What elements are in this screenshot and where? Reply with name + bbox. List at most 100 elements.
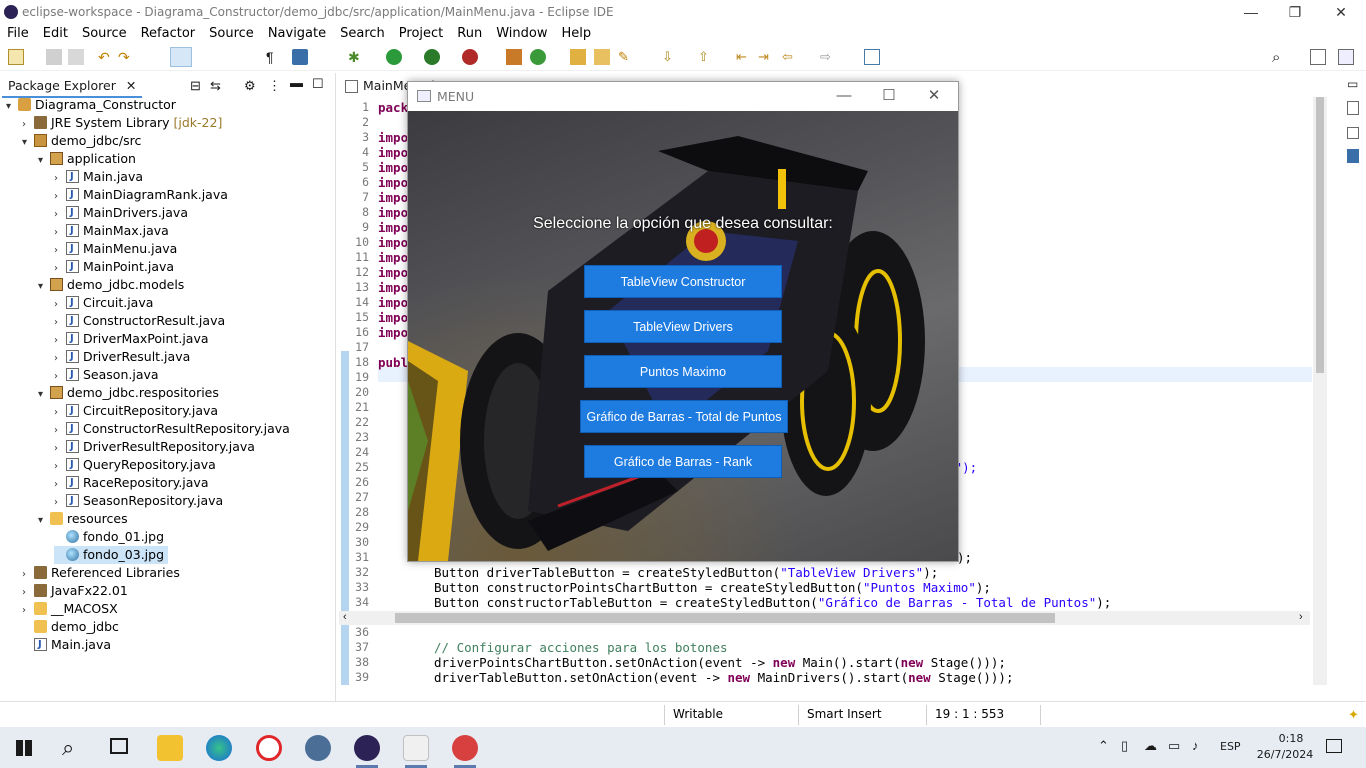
tree-item[interactable]: Main.java: [22, 636, 111, 654]
console-icon[interactable]: [292, 49, 308, 65]
dialog-minimize-button[interactable]: —: [824, 85, 864, 107]
expanded-arrow-icon[interactable]: ▾: [38, 512, 50, 530]
tree-item[interactable]: ›MainDiagramRank.java: [54, 186, 228, 204]
scroll-left-icon[interactable]: ‹: [343, 611, 347, 623]
search-tool-icon[interactable]: ✎: [618, 49, 634, 65]
save-all-icon[interactable]: [68, 49, 84, 65]
menu-project[interactable]: Project: [392, 24, 450, 41]
tree-item[interactable]: ▾ Diagrama_Constructor: [6, 96, 176, 114]
tree-item[interactable]: ›MainPoint.java: [54, 258, 174, 276]
open-type-icon[interactable]: [570, 49, 586, 65]
volume-icon[interactable]: ♪: [1192, 738, 1199, 753]
menu-source[interactable]: Source: [75, 24, 134, 41]
search-taskbar-icon[interactable]: ⌕: [62, 735, 74, 761]
outline-view-icon[interactable]: [1347, 101, 1359, 115]
input-language[interactable]: ESP: [1220, 740, 1241, 753]
java-taskbar-icon[interactable]: [403, 735, 429, 761]
tree-item[interactable]: fondo_01.jpg: [54, 528, 164, 546]
back-icon[interactable]: ⇦: [782, 49, 798, 65]
dialog-close-button[interactable]: ✕: [914, 85, 954, 107]
tree-item[interactable]: ›MainMax.java: [54, 222, 169, 240]
close-icon[interactable]: ✕: [126, 78, 136, 93]
tree-item[interactable]: ›Circuit.java: [54, 294, 153, 312]
forward-icon[interactable]: ⇨: [820, 49, 836, 65]
rank-chart-button[interactable]: Gráfico de Barras - Rank: [584, 445, 782, 478]
run-icon[interactable]: [386, 49, 402, 65]
tree-item[interactable]: ▾ demo_jdbc.respositories: [38, 384, 219, 402]
tree-item[interactable]: ›MainMenu.java: [54, 240, 177, 258]
tableview-constructor-button[interactable]: TableView Constructor: [584, 265, 782, 298]
collapse-all-icon[interactable]: ⊟: [190, 78, 201, 94]
clock-time[interactable]: 0:18: [1266, 732, 1316, 745]
notifications-icon[interactable]: [1326, 739, 1342, 753]
new-java-project-icon[interactable]: [506, 49, 522, 65]
menu-run[interactable]: Run: [450, 24, 489, 41]
tree-item[interactable]: ›Season.java: [54, 366, 159, 384]
expanded-arrow-icon[interactable]: ▾: [38, 152, 50, 170]
dialog-maximize-button[interactable]: ☐: [869, 85, 909, 107]
vertical-scrollbar[interactable]: [1313, 97, 1327, 685]
tree-item[interactable]: ›MainDrivers.java: [54, 204, 188, 222]
clock-date[interactable]: 26/7/2024: [1254, 748, 1316, 761]
puntos-maximo-button[interactable]: Puntos Maximo: [584, 355, 782, 388]
open-perspective-icon[interactable]: [864, 49, 880, 65]
javafx-app-icon[interactable]: [452, 735, 478, 761]
lightbulb-icon[interactable]: ✦: [1348, 707, 1359, 723]
show-whitespace-icon[interactable]: ¶: [266, 49, 282, 65]
tree-item[interactable]: demo_jdbc: [22, 618, 119, 636]
minimize-button[interactable]: —: [1228, 2, 1274, 22]
expanded-arrow-icon[interactable]: ▾: [38, 386, 50, 404]
tree-item[interactable]: › Referenced Libraries: [22, 564, 180, 582]
task-view-icon[interactable]: [110, 738, 128, 754]
tree-item[interactable]: › JavaFx22.01: [22, 582, 128, 600]
new-class-icon[interactable]: [530, 49, 546, 65]
onedrive-icon[interactable]: ☁: [1144, 738, 1157, 754]
tree-item[interactable]: ›ConstructorResult.java: [54, 312, 225, 330]
start-icon[interactable]: [16, 740, 32, 756]
filter-icon[interactable]: ⚙: [244, 78, 256, 94]
task-list-icon[interactable]: [1347, 127, 1359, 139]
tree-item[interactable]: ▾ resources: [38, 510, 128, 528]
minimize-view-icon[interactable]: ▬: [290, 75, 303, 90]
menu-search[interactable]: Search: [333, 24, 392, 41]
horizontal-scrollbar[interactable]: ‹ ›: [339, 611, 1310, 625]
view-menu-icon[interactable]: ⋮: [268, 78, 281, 94]
edge-icon[interactable]: [206, 735, 232, 761]
total-points-chart-button[interactable]: Gráfico de Barras - Total de Puntos: [580, 400, 788, 433]
tree-item[interactable]: ›DriverMaxPoint.java: [54, 330, 209, 348]
last-edit-icon[interactable]: ⇤: [736, 49, 752, 65]
debug-icon[interactable]: ✱: [348, 49, 364, 65]
hierarchy-icon[interactable]: [1347, 149, 1359, 163]
battery-icon[interactable]: ▯: [1121, 738, 1128, 754]
eclipse-taskbar-icon[interactable]: [354, 735, 380, 761]
tree-item[interactable]: ›CircuitRepository.java: [54, 402, 218, 420]
new-icon[interactable]: [8, 49, 24, 65]
postgresql-icon[interactable]: [305, 735, 331, 761]
vertical-scroll-thumb[interactable]: [1316, 97, 1324, 373]
close-button[interactable]: ✕: [1318, 2, 1364, 22]
menu-edit[interactable]: Edit: [36, 24, 75, 41]
menu-navigate[interactable]: Navigate: [261, 24, 333, 41]
menu-file[interactable]: File: [0, 24, 36, 41]
link-with-editor-icon[interactable]: ⇆: [210, 78, 221, 94]
menu-source-2[interactable]: Source: [202, 24, 261, 41]
forward-edit-icon[interactable]: ⇥: [758, 49, 774, 65]
restore-button[interactable]: ❐: [1272, 2, 1318, 22]
undo-icon[interactable]: ↶: [98, 49, 114, 65]
coverage-icon[interactable]: [424, 49, 440, 65]
open-task-icon[interactable]: [594, 49, 610, 65]
tree-item[interactable]: ›ConstructorResultRepository.java: [54, 420, 290, 438]
tree-item[interactable]: ›SeasonRepository.java: [54, 492, 223, 510]
tree-item[interactable]: ›DriverResult.java: [54, 348, 190, 366]
tree-item[interactable]: ›RaceRepository.java: [54, 474, 208, 492]
menu-refactor[interactable]: Refactor: [134, 24, 203, 41]
tree-item[interactable]: ›QueryRepository.java: [54, 456, 216, 474]
network-icon[interactable]: ▭: [1168, 738, 1180, 754]
perspective-debug-icon[interactable]: [1338, 49, 1354, 65]
tree-item[interactable]: › JRE System Library [jdk-22]: [22, 114, 222, 132]
package-explorer-tab[interactable]: Package Explorer ✕: [2, 76, 143, 98]
expanded-arrow-icon[interactable]: ▾: [38, 278, 50, 296]
opera-icon[interactable]: [256, 735, 282, 761]
menu-help[interactable]: Help: [554, 24, 598, 41]
search-icon[interactable]: ⌕: [1272, 49, 1288, 66]
